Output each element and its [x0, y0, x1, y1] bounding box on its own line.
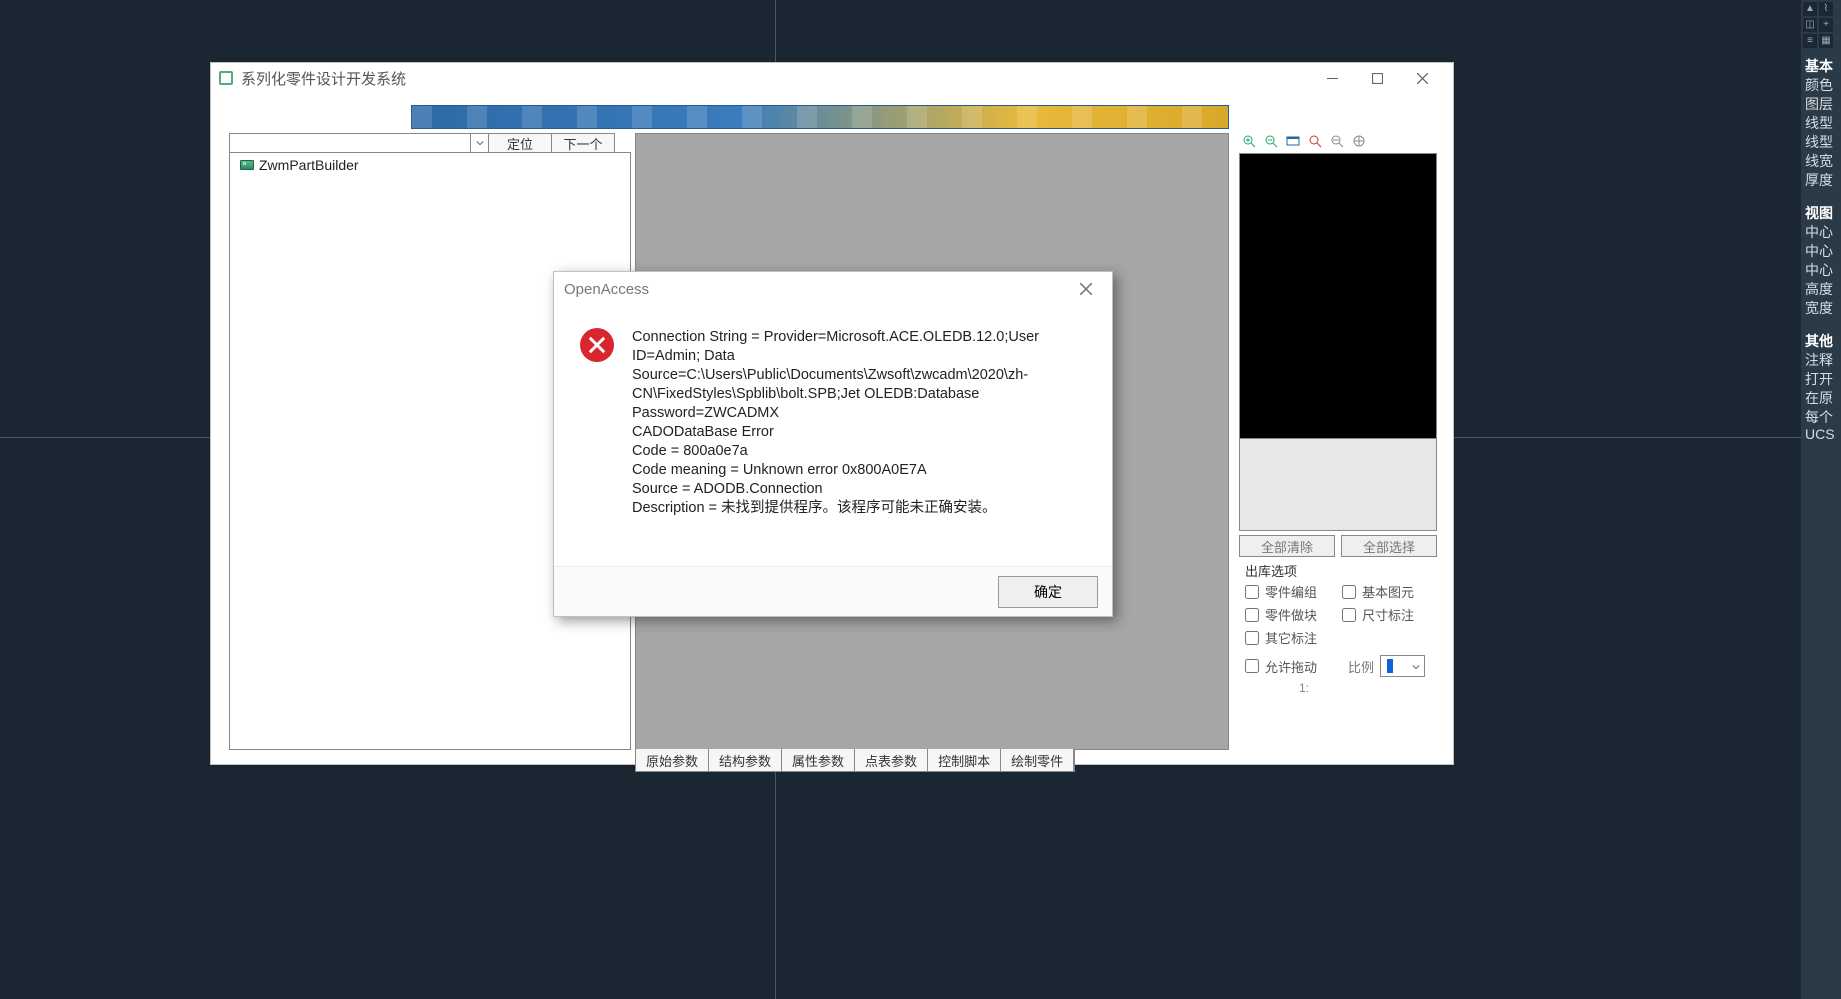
- search-combo[interactable]: [229, 133, 489, 153]
- zoom-in-icon[interactable]: [1241, 133, 1257, 149]
- zoom-all-icon[interactable]: [1351, 133, 1367, 149]
- dialog-ok-button[interactable]: 确定: [998, 576, 1098, 608]
- preview-list[interactable]: [1239, 439, 1437, 531]
- app-title: 系列化零件设计开发系统: [241, 68, 406, 89]
- sidebar-label-15: 其他: [1801, 329, 1841, 348]
- dialog-message: Connection String = Provider=Microsoft.A…: [632, 328, 1086, 558]
- preview-toolbar: [1239, 133, 1437, 151]
- preview-3d[interactable]: [1239, 153, 1437, 439]
- sidebar-label-17: 打开: [1801, 367, 1841, 386]
- sidebar-label-11: 中心: [1801, 258, 1841, 277]
- palette-icon[interactable]: ▲: [1803, 2, 1817, 16]
- sidebar-icon-grid: ▲ ⌇ ◫ + ≡ ▦: [1801, 0, 1841, 50]
- tab-2[interactable]: 属性参数: [782, 749, 855, 771]
- tree-root-item[interactable]: ZwmPartBuilder: [230, 153, 630, 177]
- sidebar-label-10: 中心: [1801, 239, 1841, 258]
- sidebar-label-8: 视图: [1801, 201, 1841, 220]
- opt-dim[interactable]: 尺寸标注: [1342, 605, 1431, 624]
- sidebar-labels: 基本颜色图层线型线型线宽厚度视图中心中心中心高度宽度其他注释打开在原每个UCS: [1801, 50, 1841, 443]
- sidebar-label-6: 厚度: [1801, 168, 1841, 187]
- zoom-out-icon[interactable]: [1263, 133, 1279, 149]
- sidebar-label-12: 高度: [1801, 277, 1841, 296]
- sidebar-label-0: 基本: [1801, 54, 1841, 73]
- zoom-extents-icon[interactable]: [1307, 133, 1323, 149]
- tab-1[interactable]: 结构参数: [709, 749, 782, 771]
- sidebar-label-13: 宽度: [1801, 296, 1841, 315]
- titlebar[interactable]: 系列化零件设计开发系统: [211, 63, 1453, 93]
- plus-icon[interactable]: +: [1819, 18, 1833, 32]
- sidebar-label-1: 颜色: [1801, 73, 1841, 92]
- sidebar-label-2: 图层: [1801, 92, 1841, 111]
- dialog-close-button[interactable]: [1070, 273, 1102, 305]
- list-icon[interactable]: ≡: [1803, 34, 1817, 48]
- opt-group[interactable]: 零件编组: [1245, 582, 1334, 601]
- layer-icon[interactable]: ◫: [1803, 18, 1817, 32]
- canvas-tabs: 原始参数结构参数属性参数点表参数控制脚本绘制零件: [635, 749, 1075, 772]
- zoom-window-icon[interactable]: [1285, 133, 1301, 149]
- maximize-button[interactable]: [1355, 63, 1400, 93]
- tab-5[interactable]: 绘制零件: [1001, 749, 1074, 771]
- chevron-down-icon[interactable]: [470, 134, 488, 152]
- sidebar-label-3: 线型: [1801, 111, 1841, 130]
- sidebar-label-4: 线型: [1801, 130, 1841, 149]
- tab-4[interactable]: 控制脚本: [928, 749, 1001, 771]
- tree-root-label: ZwmPartBuilder: [259, 157, 359, 173]
- opt-other[interactable]: 其它标注: [1245, 628, 1334, 647]
- sidebar-label-18: 在原: [1801, 386, 1841, 405]
- zoom-fit-icon[interactable]: [1329, 133, 1345, 149]
- grid-icon[interactable]: ▦: [1819, 34, 1833, 48]
- clear-all-button[interactable]: 全部清除: [1239, 535, 1335, 557]
- opt-block[interactable]: 零件做块: [1245, 605, 1334, 624]
- sidebar-label-7: [1801, 187, 1841, 201]
- dialog-title: OpenAccess: [564, 281, 649, 298]
- sidebar-label-16: 注释: [1801, 348, 1841, 367]
- ratio-handle-icon: [1387, 659, 1393, 673]
- sidebar-label-19: 每个: [1801, 405, 1841, 424]
- banner-image: [411, 105, 1229, 129]
- error-icon: [580, 328, 614, 362]
- tab-0[interactable]: 原始参数: [636, 749, 709, 771]
- close-button[interactable]: [1400, 63, 1445, 93]
- select-all-button[interactable]: 全部选择: [1341, 535, 1437, 557]
- sidebar-label-9: 中心: [1801, 220, 1841, 239]
- sidebar-label-5: 线宽: [1801, 149, 1841, 168]
- options-title: 出库选项: [1245, 561, 1437, 580]
- sidebar-label-14: [1801, 315, 1841, 329]
- sidebar-label-20: UCS: [1801, 424, 1841, 443]
- locate-button[interactable]: 定位: [488, 133, 552, 153]
- ratio-value: 1:: [1299, 681, 1437, 695]
- tab-3[interactable]: 点表参数: [855, 749, 928, 771]
- properties-sidebar: ▲ ⌇ ◫ + ≡ ▦ 基本颜色图层线型线型线宽厚度视图中心中心中心高度宽度其他…: [1801, 0, 1841, 999]
- ratio-combo[interactable]: [1380, 655, 1425, 677]
- opt-drag[interactable]: 允许拖动: [1245, 651, 1334, 681]
- opt-prim[interactable]: 基本图元: [1342, 582, 1431, 601]
- dialog-titlebar[interactable]: OpenAccess: [554, 272, 1112, 306]
- minimize-button[interactable]: [1310, 63, 1355, 93]
- component-icon: [240, 160, 254, 170]
- app-icon: [219, 71, 233, 85]
- chevron-down-icon[interactable]: [1412, 659, 1420, 674]
- error-dialog: OpenAccess Connection String = Provider=…: [553, 271, 1113, 617]
- chart-icon[interactable]: ⌇: [1819, 2, 1833, 16]
- ratio-label: 比例: [1348, 657, 1374, 676]
- next-button[interactable]: 下一个: [551, 133, 615, 153]
